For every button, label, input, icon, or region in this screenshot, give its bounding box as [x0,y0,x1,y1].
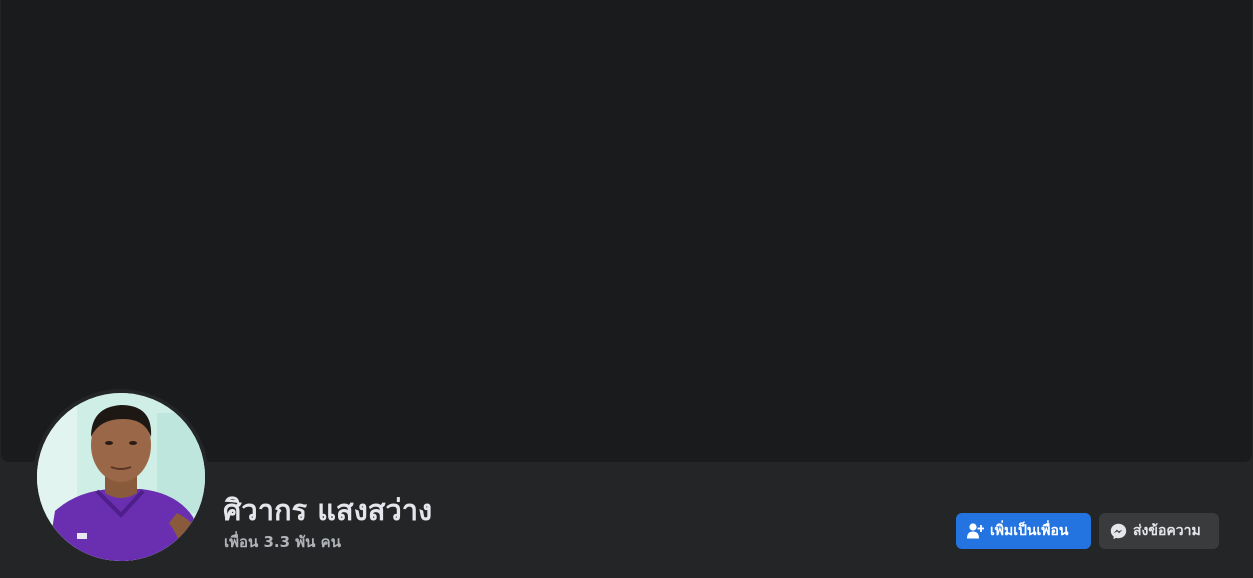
messenger-icon [1110,523,1127,539]
profile-picture[interactable] [37,393,205,561]
add-friend-label: เพิ่มเป็นเพื่อน [990,523,1069,539]
send-message-button[interactable]: ส่งข้อความ [1099,513,1219,549]
add-friend-button[interactable]: เพิ่มเป็นเพื่อน [956,513,1091,549]
friend-count[interactable]: เพื่อน 3.3 พัน คน [224,530,341,554]
send-message-label: ส่งข้อความ [1133,523,1201,539]
profile-name: ศิวากร แสงสว่าง [223,493,433,527]
avatar-photo [37,393,205,561]
cover-photo[interactable] [1,0,1252,462]
profile-picture-frame[interactable] [33,389,209,565]
add-friend-icon [967,523,984,539]
profile-header: ศิวากร แสงสว่าง เพื่อน 3.3 พัน คน เพิ่มเ… [0,0,1253,578]
